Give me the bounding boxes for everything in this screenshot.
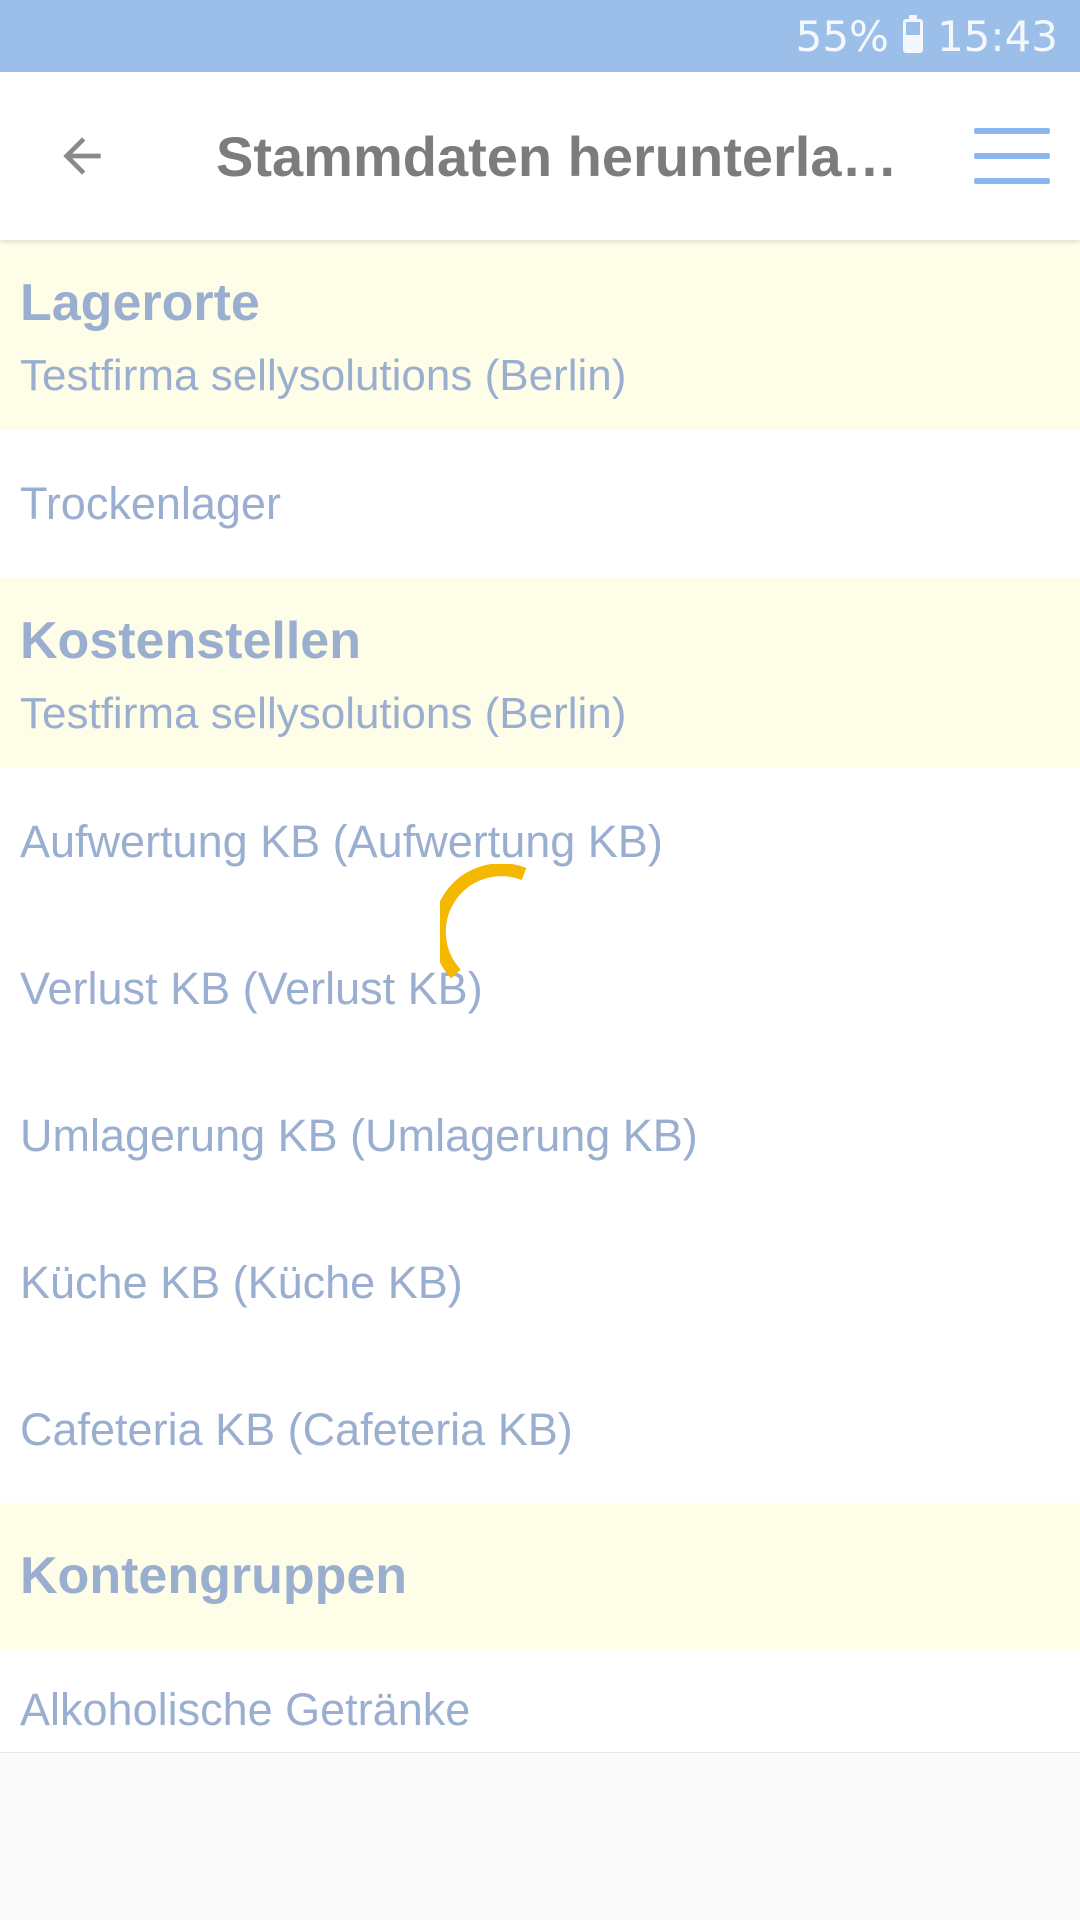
section-subtitle: Testfirma sellysolutions (Berlin) (20, 689, 627, 738)
list-item[interactable]: Cafeteria KB (Cafeteria KB) (0, 1356, 1080, 1503)
list-item[interactable]: Trockenlager (0, 430, 1080, 578)
section-subtitle: Testfirma sellysolutions (Berlin) (20, 351, 627, 400)
battery-icon (902, 15, 923, 53)
menu-button[interactable] (974, 126, 1050, 186)
section-header-kostenstellen: Kostenstellen Testfirma sellysolutions (… (0, 578, 1080, 768)
list-item-label: Verlust KB (Verlust KB) (20, 962, 483, 1014)
list-item-label: Umlagerung KB (Umlagerung KB) (20, 1109, 698, 1161)
section-title: Kontengruppen (20, 1547, 408, 1605)
list-item-label: Aufwertung KB (Aufwertung KB) (20, 815, 663, 867)
list-item[interactable]: Alkoholische Getränke (0, 1649, 1080, 1753)
back-arrow-icon (63, 137, 101, 175)
clock: 15:43 (936, 11, 1058, 61)
list-item[interactable]: Küche KB (Küche KB) (0, 1209, 1080, 1356)
section-title: Kostenstellen (20, 612, 361, 670)
list-item-label: Alkoholische Getränke (20, 1684, 471, 1735)
master-data-list: Lagerorte Testfirma sellysolutions (Berl… (0, 240, 1080, 1753)
section-header-lagerorte: Lagerorte Testfirma sellysolutions (Berl… (0, 240, 1080, 430)
list-item[interactable]: Umlagerung KB (Umlagerung KB) (0, 1062, 1080, 1209)
battery-percent: 55% (795, 11, 889, 61)
loading-spinner-icon (440, 864, 527, 979)
status-bar: 55% 15:43 (0, 0, 1080, 72)
app-bar: Stammdaten herunterla… (0, 72, 1080, 240)
section-title: Lagerorte (20, 274, 260, 332)
list-item-label: Küche KB (Küche KB) (20, 1256, 463, 1308)
back-button[interactable] (42, 116, 122, 196)
list-item-label: Trockenlager (20, 478, 281, 529)
section-header-kontengruppen: Kontengruppen (0, 1503, 1080, 1649)
list-item-label: Cafeteria KB (Cafeteria KB) (20, 1403, 573, 1455)
page-title: Stammdaten herunterla… (216, 124, 896, 188)
